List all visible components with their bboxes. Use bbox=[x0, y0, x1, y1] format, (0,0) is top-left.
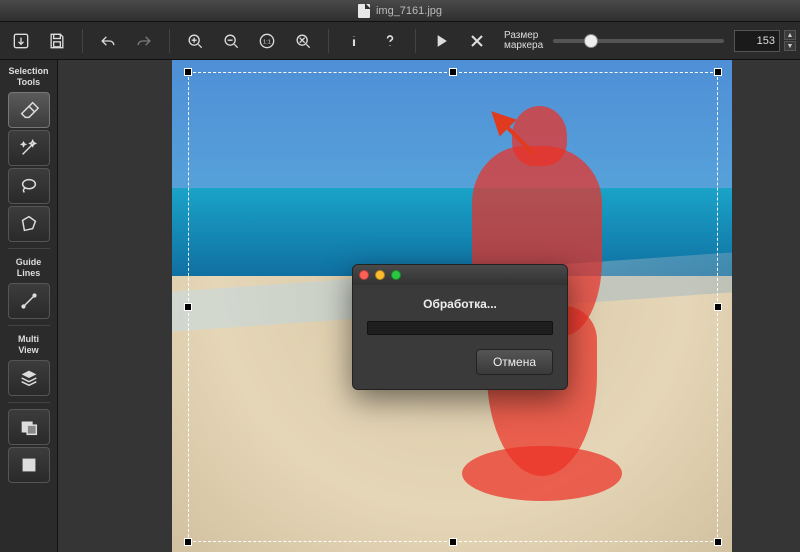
view-side-by-side[interactable] bbox=[8, 409, 50, 445]
separator bbox=[328, 29, 329, 53]
tool-eraser[interactable] bbox=[8, 92, 50, 128]
section-label-guide: Guide Lines bbox=[16, 257, 42, 279]
redo-button[interactable] bbox=[127, 26, 161, 56]
document-icon bbox=[358, 4, 370, 18]
help-button[interactable] bbox=[373, 26, 407, 56]
separator bbox=[82, 29, 83, 53]
handle-bl[interactable] bbox=[184, 538, 192, 546]
undo-button[interactable] bbox=[91, 26, 125, 56]
zoom-out-button[interactable] bbox=[214, 26, 248, 56]
dialog-body: Обработка... Отмена bbox=[353, 285, 567, 389]
stepper-up[interactable]: ▲ bbox=[784, 30, 796, 40]
separator bbox=[8, 402, 50, 403]
dialog-titlebar[interactable] bbox=[353, 265, 567, 285]
save-button[interactable] bbox=[40, 26, 74, 56]
zoom-actual-button[interactable]: 1:1 bbox=[250, 26, 284, 56]
handle-tr[interactable] bbox=[714, 68, 722, 76]
tool-magic-wand[interactable] bbox=[8, 130, 50, 166]
cancel-run-button[interactable] bbox=[460, 26, 494, 56]
canvas-area[interactable]: Обработка... Отмена bbox=[58, 60, 800, 552]
handle-br[interactable] bbox=[714, 538, 722, 546]
separator bbox=[415, 29, 416, 53]
traffic-close-icon[interactable] bbox=[359, 270, 369, 280]
handle-ml[interactable] bbox=[184, 303, 192, 311]
view-single[interactable] bbox=[8, 447, 50, 483]
marker-size-slider[interactable] bbox=[553, 39, 724, 43]
processing-dialog: Обработка... Отмена bbox=[352, 264, 568, 390]
tool-layers[interactable] bbox=[8, 360, 50, 396]
handle-mr[interactable] bbox=[714, 303, 722, 311]
marker-size-stepper: ▲ ▼ bbox=[784, 30, 796, 51]
marker-size-input[interactable] bbox=[734, 30, 780, 52]
dialog-cancel-button[interactable]: Отмена bbox=[476, 349, 553, 375]
separator bbox=[8, 325, 50, 326]
main-area: Selection Tools Guide Lines Multi View bbox=[0, 60, 800, 552]
tool-lasso[interactable] bbox=[8, 168, 50, 204]
left-sidebar: Selection Tools Guide Lines Multi View bbox=[0, 60, 58, 552]
main-toolbar: 1:1 Размер маркера ▲ ▼ bbox=[0, 22, 800, 60]
zoom-in-button[interactable] bbox=[178, 26, 212, 56]
marker-size-slider-wrap bbox=[545, 39, 732, 43]
info-button[interactable] bbox=[337, 26, 371, 56]
handle-tc[interactable] bbox=[449, 68, 457, 76]
svg-text:1:1: 1:1 bbox=[263, 39, 271, 45]
separator bbox=[169, 29, 170, 53]
dialog-title: Обработка... bbox=[367, 297, 553, 311]
section-label-multi: Multi View bbox=[18, 334, 39, 356]
stepper-down[interactable]: ▼ bbox=[784, 41, 796, 51]
handle-bc[interactable] bbox=[449, 538, 457, 546]
window-title: img_7161.jpg bbox=[376, 5, 442, 17]
window-titlebar: img_7161.jpg bbox=[0, 0, 800, 22]
run-button[interactable] bbox=[424, 26, 458, 56]
marker-size-label: Размер маркера bbox=[504, 31, 543, 51]
traffic-minimize-icon[interactable] bbox=[375, 270, 385, 280]
tool-guide-line[interactable] bbox=[8, 283, 50, 319]
handle-tl[interactable] bbox=[184, 68, 192, 76]
open-button[interactable] bbox=[4, 26, 38, 56]
traffic-zoom-icon[interactable] bbox=[391, 270, 401, 280]
separator bbox=[8, 248, 50, 249]
tool-polygonal-lasso[interactable] bbox=[8, 206, 50, 242]
zoom-fit-button[interactable] bbox=[286, 26, 320, 56]
section-label-selection: Selection Tools bbox=[8, 66, 48, 88]
progress-bar bbox=[367, 321, 553, 335]
